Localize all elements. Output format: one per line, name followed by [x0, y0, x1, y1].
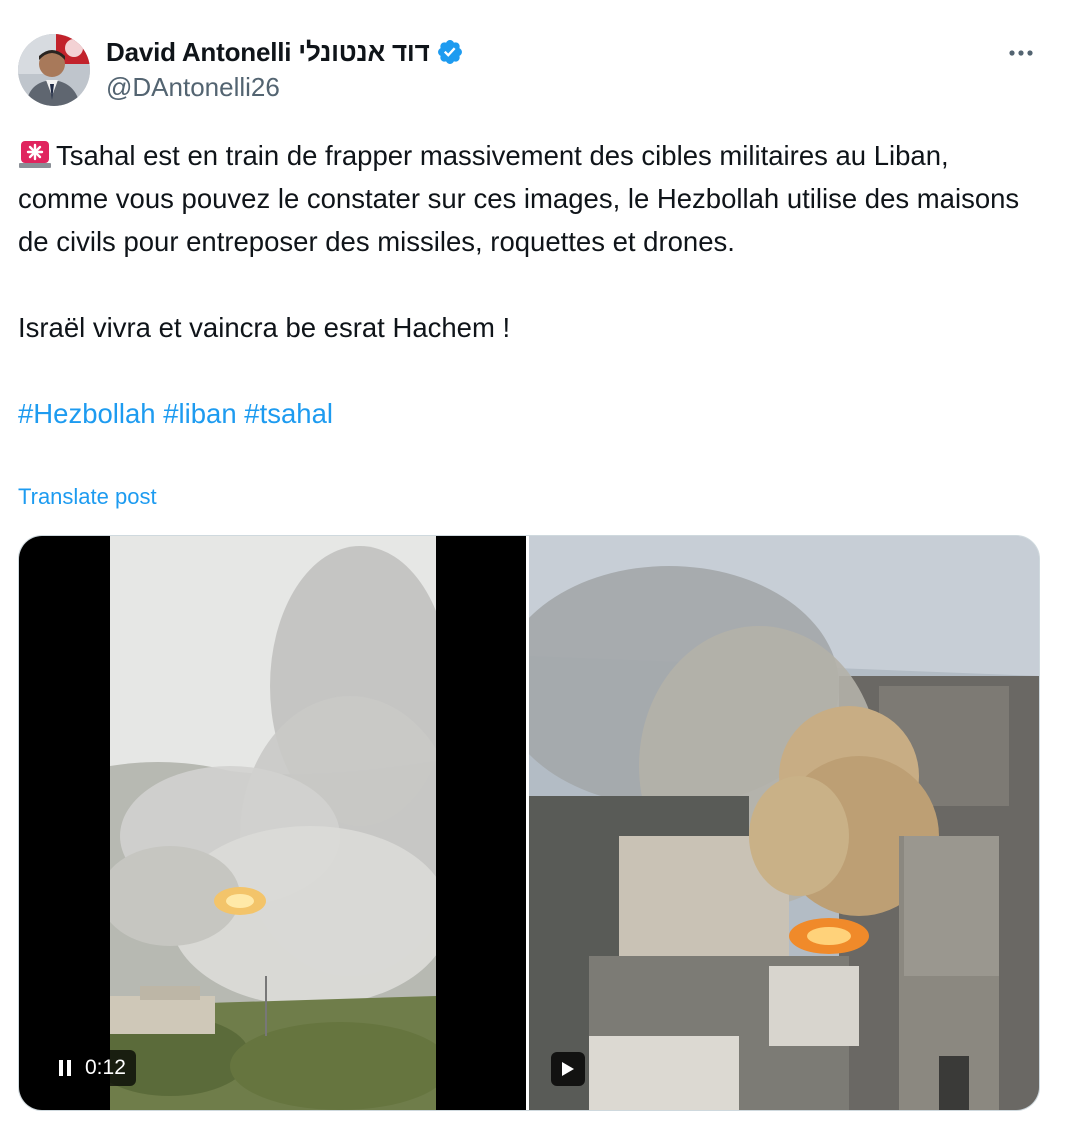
hashtag-tsahal[interactable]: #tsahal: [244, 398, 333, 429]
video-player-2[interactable]: [529, 536, 1039, 1110]
hashtags: #Hezbollah #liban #tsahal: [18, 392, 1028, 435]
play-icon: [562, 1062, 574, 1076]
video-2-frame: [529, 536, 1039, 1110]
pause-icon: [59, 1060, 71, 1076]
video-1-frame: [110, 536, 436, 1110]
rotating-light-icon: [19, 141, 51, 168]
author-block: David Antonelli דוד אנטונלי @DAntonelli2…: [106, 34, 464, 103]
avatar[interactable]: [18, 34, 90, 106]
video-player-1[interactable]: 0:12: [19, 536, 526, 1110]
more-dots-icon: [1009, 50, 1033, 56]
tweet-paragraph-1: Tsahal est en train de frapper massiveme…: [18, 134, 1028, 263]
hashtag-liban[interactable]: #liban: [163, 398, 236, 429]
hashtag-hezbollah[interactable]: #Hezbollah: [18, 398, 156, 429]
display-name[interactable]: David Antonelli דוד אנטונלי: [106, 37, 430, 68]
video-1-time-badge[interactable]: 0:12: [49, 1050, 136, 1086]
tweet-paragraph-2: Israël vivra et vaincra be esrat Hachem …: [18, 312, 511, 343]
more-options-button[interactable]: [1004, 40, 1038, 66]
verified-badge-icon[interactable]: [436, 38, 464, 66]
play-button[interactable]: [551, 1052, 585, 1086]
handle[interactable]: @DAntonelli26: [106, 72, 464, 103]
avatar-image: [18, 34, 90, 106]
translate-post-link[interactable]: Translate post: [18, 484, 157, 510]
tweet-paragraph-1-text: Tsahal est en train de frapper massiveme…: [18, 140, 1020, 257]
name-row: David Antonelli דוד אנטונלי: [106, 34, 464, 70]
video-1-time: 0:12: [85, 1056, 126, 1079]
tweet-text: Tsahal est en train de frapper massiveme…: [18, 134, 1028, 435]
media-grid: 0:12: [18, 535, 1040, 1111]
